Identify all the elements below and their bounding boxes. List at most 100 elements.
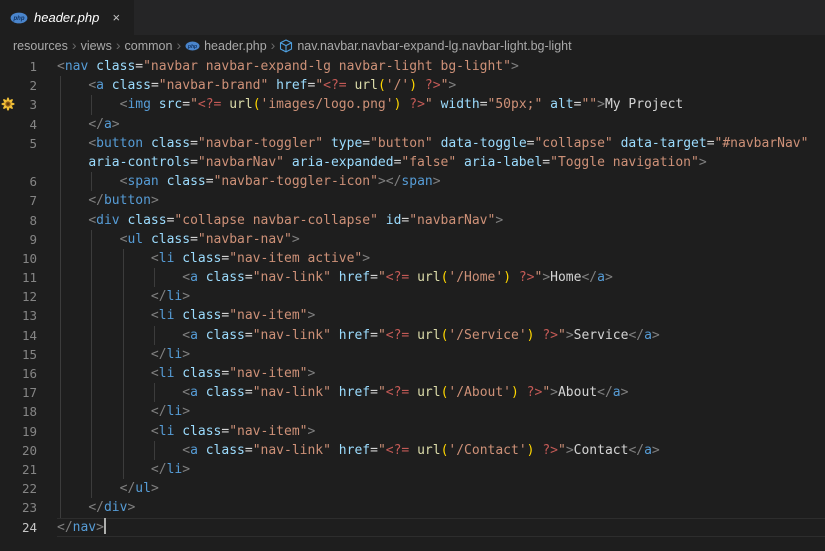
code-line-text[interactable]: </li> bbox=[57, 287, 825, 307]
code-line[interactable]: 15 </li> bbox=[0, 344, 825, 364]
code-line-text[interactable]: <a class="nav-link" href="<?= url('/Abou… bbox=[57, 383, 825, 403]
flower-code-action-icon bbox=[0, 95, 16, 114]
indent-guide bbox=[153, 268, 155, 288]
code-line[interactable]: 2 <a class="navbar-brand" href="<?= url(… bbox=[0, 76, 825, 96]
line-number[interactable]: 17 bbox=[16, 383, 37, 402]
line-number[interactable]: 7 bbox=[16, 191, 37, 210]
code-line-text[interactable]: </li> bbox=[57, 459, 825, 480]
code-line-text[interactable]: <div class="collapse navbar-collapse" id… bbox=[57, 210, 825, 230]
code-line-text[interactable]: <li class="nav-item"> bbox=[57, 421, 825, 441]
line-number[interactable]: 13 bbox=[16, 306, 37, 325]
code-line[interactable]: 1 <nav class="navbar navbar-expand-lg nav… bbox=[0, 57, 825, 76]
line-number[interactable]: 4 bbox=[16, 115, 37, 134]
code-line-text[interactable]: <li class="nav-item"> bbox=[57, 306, 825, 326]
code-line[interactable]: 13 <li class="nav-item"> bbox=[0, 306, 825, 326]
code-line-text[interactable]: </button> bbox=[57, 191, 825, 211]
code-line-text[interactable]: <nav class="navbar navbar-expand-lg navb… bbox=[57, 57, 825, 76]
indent-guide bbox=[122, 268, 124, 288]
code-line[interactable]: 12 </li> bbox=[0, 287, 825, 307]
code-line[interactable]: 17 <a class="nav-link" href="<?= url('/A… bbox=[0, 383, 825, 403]
line-number[interactable]: 16 bbox=[16, 364, 37, 383]
token-string: "" bbox=[581, 97, 598, 113]
code-line[interactable]: 14 <a class="nav-link" href="<?= url('/S… bbox=[0, 325, 825, 345]
chevron-right-icon: › bbox=[270, 37, 276, 53]
code-line[interactable]: 11 <a class="nav-link" href="<?= url('/H… bbox=[0, 268, 825, 288]
code-line[interactable]: 22 </ul> bbox=[0, 479, 825, 499]
line-number[interactable]: 23 bbox=[16, 498, 37, 517]
code-line-text[interactable]: </ul> bbox=[57, 479, 825, 499]
code-line[interactable]: 10 <li class="nav-item active"> bbox=[0, 248, 825, 269]
code-line[interactable]: 18 </li> bbox=[0, 402, 825, 422]
line-number[interactable]: 2 bbox=[16, 76, 37, 95]
code-line-text[interactable]: <li class="nav-item active"> bbox=[57, 248, 825, 269]
code-line-text[interactable]: <img src="<?= url('images/logo.png') ?>"… bbox=[57, 95, 825, 115]
code-line[interactable]: 9 <ul class="navbar-nav"> bbox=[0, 229, 825, 249]
code-line[interactable]: 20 <a class="nav-link" href="<?= url('/C… bbox=[0, 440, 825, 460]
line-number[interactable]: 18 bbox=[16, 402, 37, 421]
breadcrumb-item-views[interactable]: views bbox=[81, 39, 112, 53]
token-tag: div bbox=[96, 212, 120, 228]
line-number[interactable]: 20 bbox=[16, 441, 37, 460]
line-number[interactable]: 9 bbox=[16, 230, 37, 249]
code-line-text[interactable]: </a> bbox=[57, 114, 825, 134]
line-number[interactable]: 5 bbox=[16, 134, 37, 153]
line-number[interactable]: 15 bbox=[16, 345, 37, 364]
line-number[interactable]: 19 bbox=[16, 422, 37, 441]
code-line[interactable]: 5 <button class="navbar-toggler" type="b… bbox=[0, 133, 825, 153]
code-line[interactable]: 19 <li class="nav-item"> bbox=[0, 421, 825, 441]
code-line[interactable]: 16 <li class="nav-item"> bbox=[0, 364, 825, 384]
code-line-text[interactable]: <a class="nav-link" href="<?= url('/Cont… bbox=[57, 440, 825, 460]
line-number[interactable]: 6 bbox=[16, 172, 37, 191]
line-number[interactable]: 14 bbox=[16, 326, 37, 345]
line-number[interactable]: 3 bbox=[16, 95, 37, 114]
line-number[interactable]: 10 bbox=[16, 249, 37, 268]
code-line-text[interactable]: <ul class="navbar-nav"> bbox=[57, 229, 825, 249]
code-line-text[interactable]: <a class="nav-link" href="<?= url('/Serv… bbox=[57, 325, 825, 345]
token-punctuation: > bbox=[182, 404, 191, 420]
line-number[interactable]: 22 bbox=[16, 479, 37, 498]
code-line-text[interactable]: aria-controls="navbarNav" aria-expanded=… bbox=[57, 152, 825, 173]
breadcrumb-item-common[interactable]: common bbox=[125, 39, 173, 53]
code-line[interactable]: 4 </a> bbox=[0, 114, 825, 134]
code-line-text[interactable]: </div> bbox=[57, 498, 825, 518]
token-punctuation: </ bbox=[88, 193, 104, 209]
code-line-text[interactable]: </li> bbox=[57, 402, 825, 422]
code-line[interactable]: 6 <span class="navbar-toggler-icon"></sp… bbox=[0, 172, 825, 192]
code-line[interactable]: 7 </button> bbox=[0, 191, 825, 211]
code-line[interactable]: aria-controls="navbarNav" aria-expanded=… bbox=[0, 152, 825, 173]
code-line-text[interactable]: </li> bbox=[57, 344, 825, 364]
code-line[interactable]: 24 </nav> bbox=[0, 518, 825, 537]
tab-header-php[interactable]: php header.php × bbox=[0, 0, 135, 35]
code-line-text[interactable]: <button class="navbar-toggler" type="but… bbox=[57, 133, 825, 153]
token-php_tag: ?> bbox=[526, 385, 543, 401]
code-line-text[interactable]: <a class="navbar-brand" href="<?= url('/… bbox=[57, 76, 825, 96]
code-line-text[interactable]: <span class="navbar-toggler-icon"></span… bbox=[57, 172, 825, 192]
line-number[interactable]: 21 bbox=[16, 460, 37, 479]
line-number[interactable] bbox=[16, 153, 37, 172]
indent-guide bbox=[91, 306, 93, 326]
line-number[interactable]: 24 bbox=[16, 518, 37, 537]
code-line[interactable]: 8 <div class="collapse navbar-collapse" … bbox=[0, 210, 825, 230]
token-string: "navbarNav" bbox=[409, 212, 496, 228]
code-line-text[interactable]: </nav> bbox=[57, 518, 825, 537]
breadcrumb-item-file[interactable]: php header.php bbox=[185, 39, 267, 53]
token-string: "Toggle navigation" bbox=[550, 154, 699, 170]
breadcrumb-item-resources[interactable]: resources bbox=[13, 39, 68, 53]
code-line-text[interactable]: <a class="nav-link" href="<?= url('/Home… bbox=[57, 268, 825, 288]
code-line[interactable]: 3 <img src="<?= url('images/logo.png') ?… bbox=[0, 95, 825, 115]
code-line[interactable]: 23 </div> bbox=[0, 498, 825, 518]
line-number[interactable]: 1 bbox=[16, 57, 37, 76]
breadcrumb-item-symbol[interactable]: nav.navbar.navbar-expand-lg.navbar-light… bbox=[279, 39, 572, 53]
line-number[interactable]: 11 bbox=[16, 268, 37, 287]
line-number[interactable]: 8 bbox=[16, 211, 37, 230]
token-tag: a bbox=[103, 116, 112, 132]
line-number[interactable]: 12 bbox=[16, 287, 37, 306]
code-line[interactable]: 21 </li> bbox=[0, 459, 825, 480]
token-punctuation: </ bbox=[628, 442, 645, 458]
token-function: url bbox=[229, 97, 253, 113]
code-line-text[interactable]: <li class="nav-item"> bbox=[57, 364, 825, 384]
close-icon[interactable]: × bbox=[106, 8, 126, 28]
